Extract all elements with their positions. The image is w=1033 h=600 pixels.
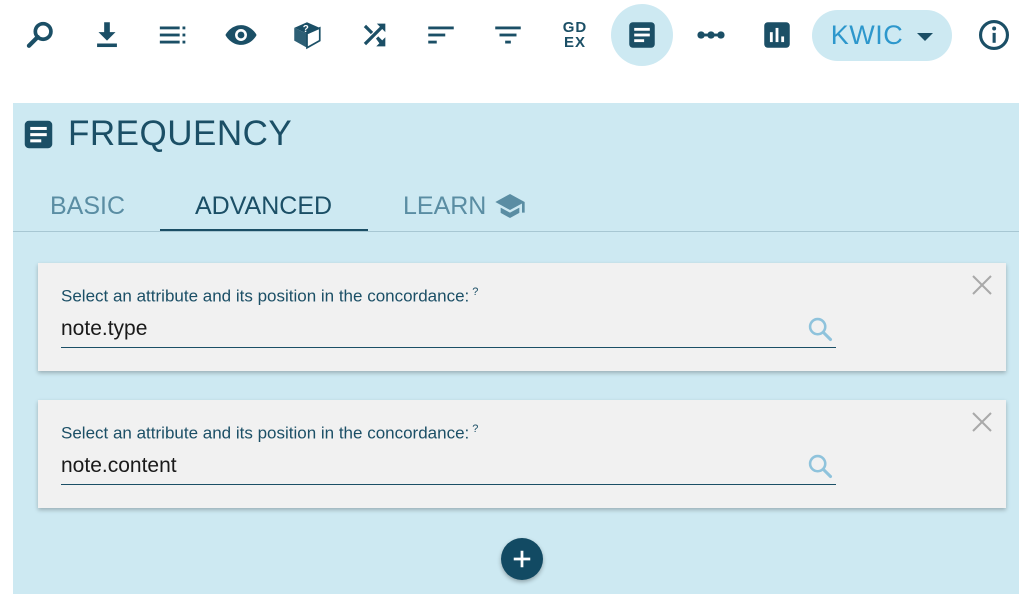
collocations-button[interactable] — [680, 4, 742, 66]
view-list-icon — [159, 26, 186, 44]
attribute-input[interactable]: note.type — [61, 313, 836, 348]
shuffle-icon — [363, 23, 386, 47]
criterion-card-2: Select an attribute and its position in … — [38, 400, 1006, 508]
add-criterion-button[interactable] — [501, 538, 543, 580]
criterion-label: Select an attribute and its position in … — [61, 423, 478, 444]
chevron-down-icon — [917, 33, 934, 41]
visualize-button[interactable] — [746, 4, 808, 66]
search-icon — [808, 454, 833, 479]
frequency-icon — [629, 22, 655, 48]
tab-learn[interactable]: LEARN — [403, 181, 526, 231]
frequency-button[interactable] — [611, 4, 673, 66]
search-button[interactable] — [10, 4, 72, 66]
frequency-icon — [24, 120, 53, 148]
sort-icon — [428, 26, 454, 44]
svg-text:?: ? — [303, 24, 309, 35]
kwic-view-dropdown[interactable]: KWIC — [812, 10, 952, 61]
criterion-label-text: Select an attribute and its position in … — [61, 423, 470, 443]
criterion-card-1: Select an attribute and its position in … — [38, 263, 1006, 371]
info-button[interactable] — [963, 4, 1025, 66]
shuffle-button[interactable] — [343, 4, 405, 66]
cube-question-icon: ? — [294, 22, 321, 50]
help-tooltip-trigger[interactable]: ? — [472, 423, 478, 435]
info-icon — [978, 19, 1010, 51]
attribute-value: note.content — [61, 454, 177, 477]
eye-icon — [225, 25, 257, 45]
search-attribute-button[interactable] — [806, 452, 834, 480]
search-icon — [808, 317, 833, 342]
download-button[interactable] — [76, 4, 138, 66]
criterion-label: Select an attribute and its position in … — [61, 286, 478, 307]
collocations-icon — [697, 31, 725, 39]
graduation-cap-icon — [495, 194, 526, 218]
remove-criterion-button[interactable] — [970, 410, 994, 434]
attribute-input[interactable]: note.content — [61, 450, 836, 485]
visibility-button[interactable] — [210, 4, 272, 66]
toolbar: ? GD EX KWIC — [0, 0, 1033, 72]
search-icon — [26, 21, 53, 48]
tab-advanced[interactable]: ADVANCED — [195, 181, 332, 231]
tab-learn-label: LEARN — [403, 191, 487, 220]
sort-button[interactable] — [410, 4, 472, 66]
remove-criterion-button[interactable] — [970, 273, 994, 297]
filter-button[interactable] — [477, 4, 539, 66]
tab-advanced-label: ADVANCED — [195, 191, 333, 220]
gdex-line-2: EX — [563, 34, 586, 51]
kwic-label: KWIC — [830, 20, 904, 50]
tab-basic[interactable]: BASIC — [50, 181, 125, 231]
page-title: FREQUENCY — [68, 114, 293, 153]
gdex-icon: GD EX — [563, 20, 588, 50]
panel-header: FREQUENCY — [22, 114, 293, 153]
filter-icon — [495, 26, 521, 44]
help-tooltip-trigger[interactable]: ? — [472, 286, 478, 298]
tab-bar: BASIC ADVANCED LEARN — [13, 181, 1019, 232]
close-icon — [972, 275, 992, 295]
gdex-line-1: GD — [562, 19, 588, 36]
criterion-label-text: Select an attribute and its position in … — [61, 286, 470, 306]
attribute-value: note.type — [61, 317, 148, 340]
search-attribute-button[interactable] — [806, 315, 834, 343]
close-icon — [972, 412, 992, 432]
frequency-panel: FREQUENCY BASIC ADVANCED LEARN Select an… — [13, 103, 1019, 594]
gdex-button[interactable]: GD EX — [544, 4, 606, 66]
view-options-button[interactable] — [143, 4, 205, 66]
bar-chart-icon — [764, 22, 790, 48]
random-sample-button[interactable]: ? — [276, 4, 338, 66]
tab-basic-label: BASIC — [50, 191, 126, 220]
download-icon — [97, 22, 117, 48]
active-tab-indicator — [160, 229, 368, 231]
plus-icon — [513, 550, 531, 568]
